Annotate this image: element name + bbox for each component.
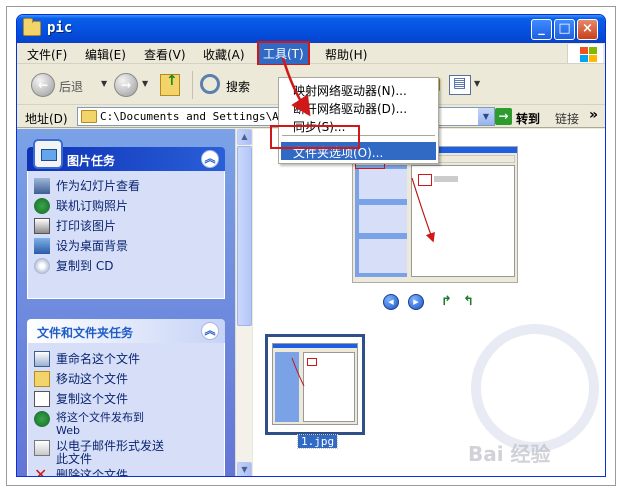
folder-options-annotation-box — [270, 125, 360, 149]
image-preview — [352, 146, 518, 283]
views-dropdown-icon[interactable]: ▼ — [474, 79, 480, 88]
task-set-background[interactable]: 设为桌面背景 — [56, 240, 128, 253]
go-icon[interactable]: → — [495, 108, 512, 125]
file-tasks-panel: 重命名这个文件 移动这个文件 复制这个文件 将这个文件发布到 Web 以电子邮件… — [27, 343, 225, 477]
menu-file[interactable]: 文件(F) — [27, 46, 67, 63]
minimize-button[interactable]: _ — [531, 19, 552, 40]
task-print[interactable]: 打印该图片 — [56, 220, 116, 233]
rotate-counterclockwise-icon[interactable]: ↰ — [463, 295, 479, 309]
file-tasks-title: 文件和文件夹任务 — [37, 326, 134, 340]
previous-image-icon[interactable]: ◀ — [383, 294, 399, 310]
task-delete[interactable]: 删除这个文件 — [56, 469, 128, 477]
task-copy-to-cd[interactable]: 复制到 CD — [56, 260, 113, 273]
explorer-window: pic _ □ × 文件(F) 编辑(E) 查看(V) 收藏(A) 工具(T) … — [16, 14, 606, 477]
task-rename[interactable]: 重命名这个文件 — [56, 353, 140, 366]
slideshow-icon — [34, 178, 50, 194]
picture-tasks-panel: 作为幻灯片查看 联机订购照片 打印该图片 设为桌面背景 复制到 CD — [27, 171, 225, 299]
desktop-icon — [34, 238, 50, 254]
baidu-watermark: Bai 经验 — [468, 442, 551, 466]
close-button[interactable]: × — [577, 19, 598, 40]
task-publish-web[interactable]: 将这个文件发布到 Web — [56, 411, 144, 437]
file-view: ◀ ▶ ↱ ↰ 1.jpg — [253, 129, 605, 476]
menu-edit[interactable]: 编辑(E) — [85, 46, 126, 63]
menu-view[interactable]: 查看(V) — [144, 46, 186, 63]
task-copy[interactable]: 复制这个文件 — [56, 393, 128, 406]
folder-icon — [23, 18, 41, 36]
links-chevron-icon[interactable]: » — [589, 107, 598, 123]
thumbnail-filename[interactable]: 1.jpg — [296, 434, 339, 449]
folder-icon — [81, 110, 97, 123]
up-folder-icon[interactable] — [160, 73, 180, 96]
task-email[interactable]: 以电子邮件形式发送 此文件 — [56, 440, 164, 466]
collapse-icon[interactable]: ︽ — [201, 322, 219, 340]
scroll-down-icon[interactable]: ▼ — [237, 462, 252, 476]
next-image-icon[interactable]: ▶ — [408, 294, 424, 310]
windows-logo-icon — [567, 44, 603, 63]
links-label[interactable]: 链接 — [555, 110, 579, 127]
address-dropdown-icon[interactable]: ▼ — [478, 108, 494, 125]
cd-icon — [34, 258, 50, 274]
address-path[interactable]: C:\Documents and Settings\A — [100, 110, 279, 123]
forward-dropdown-icon[interactable]: ▼ — [142, 79, 148, 88]
picture-tasks-header[interactable]: 图片任务 ︽ — [27, 139, 225, 171]
task-move[interactable]: 移动这个文件 — [56, 373, 128, 386]
publish-web-icon — [34, 411, 50, 427]
maximize-button[interactable]: □ — [554, 19, 575, 40]
scroll-up-icon[interactable]: ▲ — [237, 129, 252, 145]
email-icon — [34, 440, 50, 456]
menu-disconnect-network-drive[interactable]: 断开网络驱动器(D)... — [293, 100, 407, 117]
rotate-clockwise-icon[interactable]: ↱ — [441, 295, 457, 309]
menu-tools[interactable]: 工具(T) — [257, 41, 310, 66]
menu-favorites[interactable]: 收藏(A) — [203, 46, 245, 63]
go-button-label[interactable]: 转到 — [516, 110, 540, 127]
globe-icon — [34, 198, 50, 214]
back-icon[interactable]: ← — [31, 73, 55, 97]
forward-icon[interactable]: → — [114, 73, 138, 97]
watermark-logo-icon — [471, 324, 599, 452]
move-icon — [34, 371, 50, 387]
back-button-label[interactable]: 后退 — [59, 78, 83, 95]
address-label: 地址(D) — [25, 112, 68, 126]
file-tasks-header[interactable]: 文件和文件夹任务 ︽ — [27, 319, 225, 343]
menu-bar: 文件(F) 编辑(E) 查看(V) 收藏(A) 工具(T) 帮助(H) — [17, 41, 605, 66]
thumbnail-1jpg[interactable] — [265, 334, 365, 435]
scroll-thumb[interactable] — [237, 146, 252, 326]
rename-icon — [34, 351, 50, 367]
back-dropdown-icon[interactable]: ▼ — [101, 79, 107, 88]
search-button-label[interactable]: 搜索 — [226, 78, 250, 95]
menu-help[interactable]: 帮助(H) — [325, 46, 367, 63]
title-bar[interactable]: pic _ □ × — [17, 15, 605, 43]
toolbar-separator — [192, 71, 193, 99]
views-icon[interactable] — [449, 75, 471, 95]
task-pane-scrollbar[interactable]: ▲ ▼ — [235, 129, 252, 476]
search-icon[interactable] — [200, 74, 220, 94]
window-title: pic — [47, 20, 73, 36]
menu-map-network-drive[interactable]: 映射网络驱动器(N)... — [293, 82, 407, 99]
task-order-prints[interactable]: 联机订购照片 — [56, 200, 128, 213]
task-pane: 图片任务 ︽ 作为幻灯片查看 联机订购照片 打印该图片 设为桌面背景 复制到 C… — [17, 129, 235, 477]
copy-icon — [34, 391, 50, 407]
picture-tasks-icon — [33, 139, 63, 169]
collapse-icon[interactable]: ︽ — [201, 150, 219, 168]
printer-icon — [34, 218, 50, 234]
delete-icon: ✕ — [34, 465, 48, 477]
tools-dropdown-menu: 映射网络驱动器(N)... 断开网络驱动器(D)... 同步(S)... 文件夹… — [278, 77, 439, 164]
picture-tasks-title: 图片任务 — [67, 154, 116, 168]
task-slideshow[interactable]: 作为幻灯片查看 — [56, 180, 140, 193]
